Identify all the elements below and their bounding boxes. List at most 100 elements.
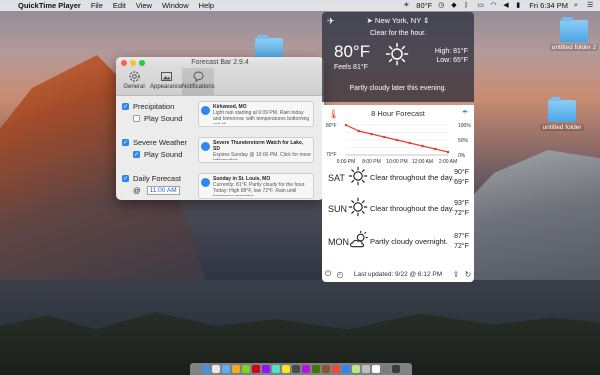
notification-center-icon[interactable]: ☰ (587, 2, 594, 9)
current-conditions: ✈ ➤ New York, NY ⇕ Clear for the hour. 8… (322, 12, 474, 102)
menu-view[interactable]: View (136, 1, 152, 10)
day-low: 72°F (454, 243, 469, 250)
desktop-folder-untitled[interactable]: untitled folder (537, 97, 587, 131)
dock-app-icon[interactable] (382, 365, 390, 373)
notification-preview: Kirkwood, MO Light rain starting at 6:09 … (198, 101, 314, 127)
volume-icon[interactable]: ◀ (503, 2, 510, 9)
last-updated: Last updated: 9/22 @ 6:12 PM (353, 270, 443, 278)
tab-appearance-label: Appearance (150, 84, 183, 90)
desktop-folder-untitled-2[interactable]: untitled folder 2 (549, 17, 599, 51)
current-temperature: 80°F (334, 42, 371, 61)
chart-y2-tick-label: 0% (458, 153, 466, 159)
menu-help[interactable]: Help (199, 1, 214, 10)
dock-app-icon[interactable] (302, 365, 310, 373)
forecast-bar-app-icon (201, 106, 210, 115)
daily-forecast-label: Daily Forecast (133, 174, 181, 183)
dock-app-icon[interactable] (362, 365, 370, 373)
refresh-icon[interactable]: ↻ (462, 270, 474, 279)
airplay-icon[interactable]: ▭ (477, 2, 484, 9)
wifi-icon[interactable]: ◠ (490, 2, 497, 9)
tab-general[interactable]: General (118, 68, 150, 95)
dock-app-icon[interactable] (282, 365, 290, 373)
menubar-temp[interactable]: 80°F (416, 1, 432, 10)
sun-icon (348, 197, 368, 217)
chart-point (382, 135, 386, 139)
dock-app-icon[interactable] (372, 365, 380, 373)
image-icon (160, 72, 172, 81)
location-selector[interactable]: ➤ New York, NY ⇕ (326, 16, 470, 25)
dock-app-icon[interactable] (242, 365, 250, 373)
window-titlebar[interactable]: Forecast Bar 2.9.4 (116, 57, 324, 68)
dock-app-icon[interactable] (292, 365, 300, 373)
day-summary: Partly cloudy overnight. (370, 237, 448, 246)
low-label: Low: (436, 57, 452, 64)
day-high: 90°F (454, 169, 469, 176)
daily-forecast-checkbox[interactable]: ✓ (122, 175, 129, 182)
play-sound-label: Play Sound (144, 114, 183, 123)
weather-menubar-icon[interactable]: ☀ (403, 2, 410, 9)
menu-bar: QuickTime Player File Edit View Window H… (0, 0, 600, 11)
dock-app-icon[interactable] (262, 365, 270, 373)
menu-app-name[interactable]: QuickTime Player (18, 1, 81, 10)
current-summary: Clear for the hour. (369, 30, 427, 37)
chart-point (408, 141, 412, 145)
dock-app-icon[interactable] (392, 365, 400, 373)
severe-sound-checkbox[interactable]: ✓ (133, 151, 140, 158)
dock-app-icon[interactable] (252, 365, 260, 373)
menubar-clock[interactable]: Fri 6:34 PM (529, 1, 568, 10)
desktop-folder-label: untitled folder (540, 124, 584, 131)
dropbox-icon[interactable]: ◆ (451, 2, 458, 9)
notif-row-daily: ✓ Daily Forecast @11:00 AM Sunday in St. … (122, 171, 318, 200)
dock-app-icon[interactable] (332, 365, 340, 373)
dock-app-icon[interactable] (312, 365, 320, 373)
precipitation-checkbox[interactable]: ✓ (122, 103, 129, 110)
dock-app-icon[interactable] (322, 365, 330, 373)
power-icon[interactable]: ⏻ (322, 269, 334, 279)
partly-cloudy-icon (349, 230, 368, 248)
at-label: @ (133, 186, 141, 195)
forecast-bar-app-icon (201, 178, 210, 187)
day-low: 72°F (454, 210, 469, 217)
prefs-toolbar: General Appearance Notifications (116, 68, 324, 96)
dock-app-icon[interactable] (342, 365, 350, 373)
preferences-window: Forecast Bar 2.9.4 General Appearance No… (116, 57, 324, 200)
sun-icon (385, 42, 409, 66)
play-sound-label: Play Sound (144, 150, 183, 159)
forecast-popover: ✈ ➤ New York, NY ⇕ Clear for the hour. 8… (322, 12, 474, 282)
chart-y2-tick-label: 100% (458, 123, 471, 129)
menu-window[interactable]: Window (162, 1, 189, 10)
chart-point (370, 132, 373, 136)
precipitation-sound-checkbox[interactable] (133, 115, 140, 122)
dock-app-icon[interactable] (272, 365, 280, 373)
later-summary: Partly cloudy later this evening. (349, 85, 447, 92)
dock-app-icon[interactable] (212, 365, 220, 373)
dock-app-icon[interactable] (222, 365, 230, 373)
airplane-mode-icon[interactable]: ✈ (327, 16, 335, 27)
timemachine-icon[interactable]: ◷ (438, 2, 445, 9)
precipitation-label: Precipitation (133, 102, 175, 111)
tab-appearance[interactable]: Appearance (150, 68, 182, 95)
high-low: High: 81°F Low: 65°F (435, 47, 468, 65)
chart-point (395, 138, 399, 142)
history-icon[interactable]: ◴ (334, 270, 346, 279)
chart-y-tick-label: 80°F (326, 123, 337, 129)
spotlight-search-icon[interactable]: ⌕ (574, 2, 581, 9)
bluetooth-icon[interactable]: ᛒ (464, 2, 471, 9)
chart-point (421, 144, 424, 148)
severe-weather-checkbox[interactable]: ✓ (122, 139, 129, 146)
menu-edit[interactable]: Edit (113, 1, 126, 10)
battery-icon[interactable]: ▮ (516, 2, 523, 9)
tab-notifications-label: Notifications (182, 84, 215, 90)
dock-app-icon[interactable] (232, 365, 240, 373)
menu-file[interactable]: File (91, 1, 103, 10)
chart-y-tick-label: 70°F (326, 152, 337, 158)
day-summary: Clear throughout the day. (370, 204, 455, 213)
dock-app-icon[interactable] (352, 365, 360, 373)
dock-app-icon[interactable] (202, 365, 210, 373)
severe-weather-label: Severe Weather (133, 138, 188, 147)
share-icon[interactable]: ⇪ (450, 270, 462, 279)
daily-time-field[interactable]: 11:00 AM (146, 186, 180, 195)
notification-preview: Sunday in St. Louis, MO Currently: 81°F, … (198, 173, 314, 199)
tab-notifications[interactable]: Notifications (182, 68, 215, 95)
precipitation-toggle-icon[interactable]: ☂ (462, 109, 468, 117)
